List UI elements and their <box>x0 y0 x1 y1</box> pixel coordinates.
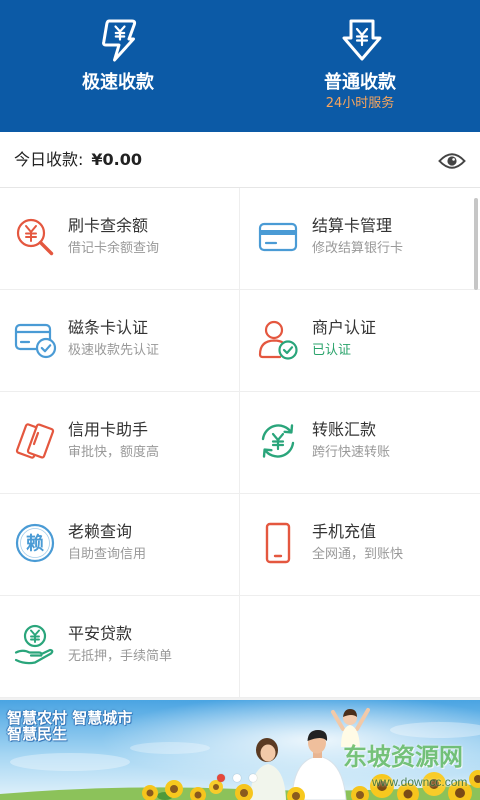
banner-slogan-line2: 智慧民生 <box>7 725 68 743</box>
scrollbar[interactable] <box>474 198 478 290</box>
service-title: 老赖查询 <box>68 522 133 541</box>
service-title: 平安贷款 <box>68 624 133 643</box>
service-merchant-verify[interactable]: 商户认证 已认证 <box>240 290 480 392</box>
service-pingan-loan[interactable]: 平安贷款 无抵押，手续简单 <box>0 596 240 698</box>
service-settlement-card[interactable]: 结算卡管理 修改结算银行卡 <box>240 188 480 290</box>
service-subtitle: 审批快，额度高 <box>68 445 160 460</box>
service-title: 磁条卡认证 <box>68 318 149 337</box>
yen-lightning-icon <box>102 19 137 62</box>
pager-dot <box>249 774 257 782</box>
service-mobile-topup[interactable]: 手机充值 全网通，到账快 <box>240 494 480 596</box>
today-income-row: 今日收款: ¥0.00 <box>0 132 480 188</box>
service-subtitle: 跨行快速转账 <box>312 445 391 460</box>
fast-collect-label: 极速收款 <box>82 72 154 93</box>
hand-coin-icon <box>14 624 54 665</box>
fast-collect-button[interactable]: 极速收款 <box>0 0 240 132</box>
merchant-verify-icon <box>258 320 298 360</box>
mobile-phone-icon <box>265 522 291 564</box>
transfer-icon <box>261 424 295 458</box>
normal-collect-label: 普通收款 <box>324 72 396 93</box>
service-title: 商户认证 <box>312 318 377 337</box>
yen-search-icon <box>16 218 54 256</box>
bank-card-icon <box>258 222 298 252</box>
card-verify-icon <box>14 323 57 359</box>
watermark-text: 东坡资源网 <box>343 743 463 771</box>
service-magcard-verify[interactable]: 磁条卡认证 极速收款先认证 <box>0 290 240 392</box>
pager-dot <box>217 774 225 782</box>
today-income-label: 今日收款: <box>14 150 84 169</box>
service-title: 刷卡查余额 <box>68 216 149 235</box>
today-income-amount: ¥0.00 <box>91 150 143 169</box>
banner-pager <box>217 774 257 782</box>
service-title: 手机充值 <box>312 522 377 541</box>
yen-download-icon <box>342 19 382 61</box>
pager-dot <box>233 774 241 782</box>
service-title: 转账汇款 <box>312 420 377 439</box>
service-title: 信用卡助手 <box>68 420 149 439</box>
watermark-url: www.downcc.com <box>372 775 468 789</box>
service-subtitle: 借记卡余额查询 <box>68 241 160 256</box>
service-subtitle: 全网通，到账快 <box>312 547 404 562</box>
service-laolai-query[interactable]: 赖 老赖查询 自助查询信用 <box>0 494 240 596</box>
promo-banner[interactable]: 智慧农村 智慧城市 智慧民生 东坡资源网 www.downcc.com <box>0 700 480 800</box>
service-card-balance[interactable]: 刷卡查余额 借记卡余额查询 <box>0 188 240 290</box>
service-transfer[interactable]: 转账汇款 跨行快速转账 <box>240 392 480 494</box>
grid-empty-cell <box>240 596 480 698</box>
today-income: 今日收款: ¥0.00 <box>14 150 142 170</box>
laolai-icon-glyph: 赖 <box>26 533 44 555</box>
service-subtitle: 无抵押，手续简单 <box>68 649 173 664</box>
top-action-bar: 极速收款 普通收款 24小时服务 <box>0 0 480 132</box>
service-credit-card-helper[interactable]: 信用卡助手 审批快，额度高 <box>0 392 240 494</box>
service-subtitle: 自助查询信用 <box>68 547 147 562</box>
service-title: 结算卡管理 <box>312 216 393 235</box>
service-subtitle: 修改结算银行卡 <box>312 241 404 256</box>
normal-collect-subtitle: 24小时服务 <box>325 96 395 111</box>
normal-collect-button[interactable]: 普通收款 24小时服务 <box>240 0 480 132</box>
credit-cards-icon <box>15 423 55 459</box>
verified-status: 已认证 <box>312 343 352 358</box>
eye-icon[interactable] <box>438 151 466 171</box>
service-subtitle: 极速收款先认证 <box>68 343 160 358</box>
service-grid: 刷卡查余额 借记卡余额查询 结算卡管理 修改结算银行卡 磁条卡认证 极速收款先认… <box>0 188 480 698</box>
banner-slogan-line1: 智慧农村 智慧城市 <box>7 709 133 727</box>
laolai-icon: 赖 <box>15 523 55 563</box>
